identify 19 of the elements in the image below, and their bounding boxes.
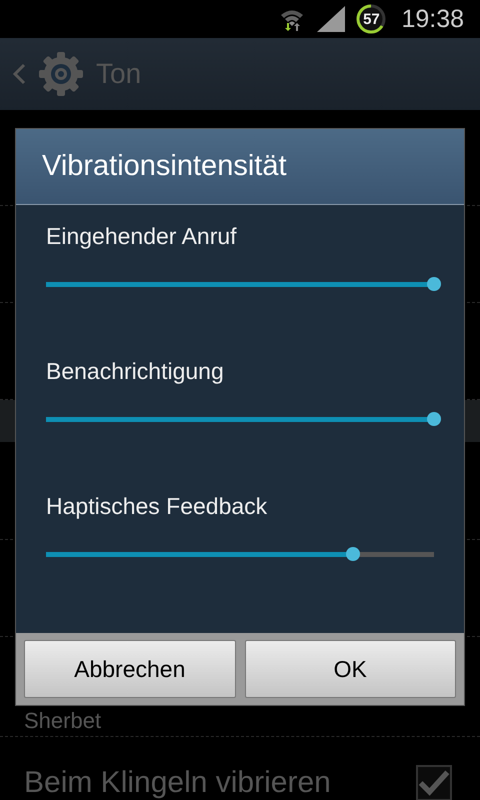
dialog-title: Vibrationsintensität [16, 129, 464, 205]
signal-icon [317, 6, 346, 32]
slider-label: Benachrichtigung [46, 357, 225, 386]
clock: 19:38 [401, 4, 464, 34]
setting-label: Beim Klingeln vibrieren [24, 765, 331, 800]
screen-title: Ton [96, 58, 142, 90]
slider-thumb[interactable] [427, 277, 441, 291]
slider-label: Eingehender Anruf [46, 222, 238, 251]
gear-icon [38, 51, 84, 97]
dialog-button[interactable]: Abbrechen [24, 640, 236, 698]
dialog-button[interactable]: OK [244, 640, 456, 698]
slider-thumb[interactable] [427, 412, 441, 426]
setting-summary: Sherbet [24, 708, 102, 733]
slider[interactable] [46, 412, 442, 427]
slider-label: Haptisches Feedback [46, 492, 268, 521]
slider-thumb[interactable] [346, 547, 360, 561]
checkbox[interactable] [416, 765, 452, 800]
slider[interactable] [46, 277, 442, 292]
battery-indicator: 57 [355, 3, 388, 35]
